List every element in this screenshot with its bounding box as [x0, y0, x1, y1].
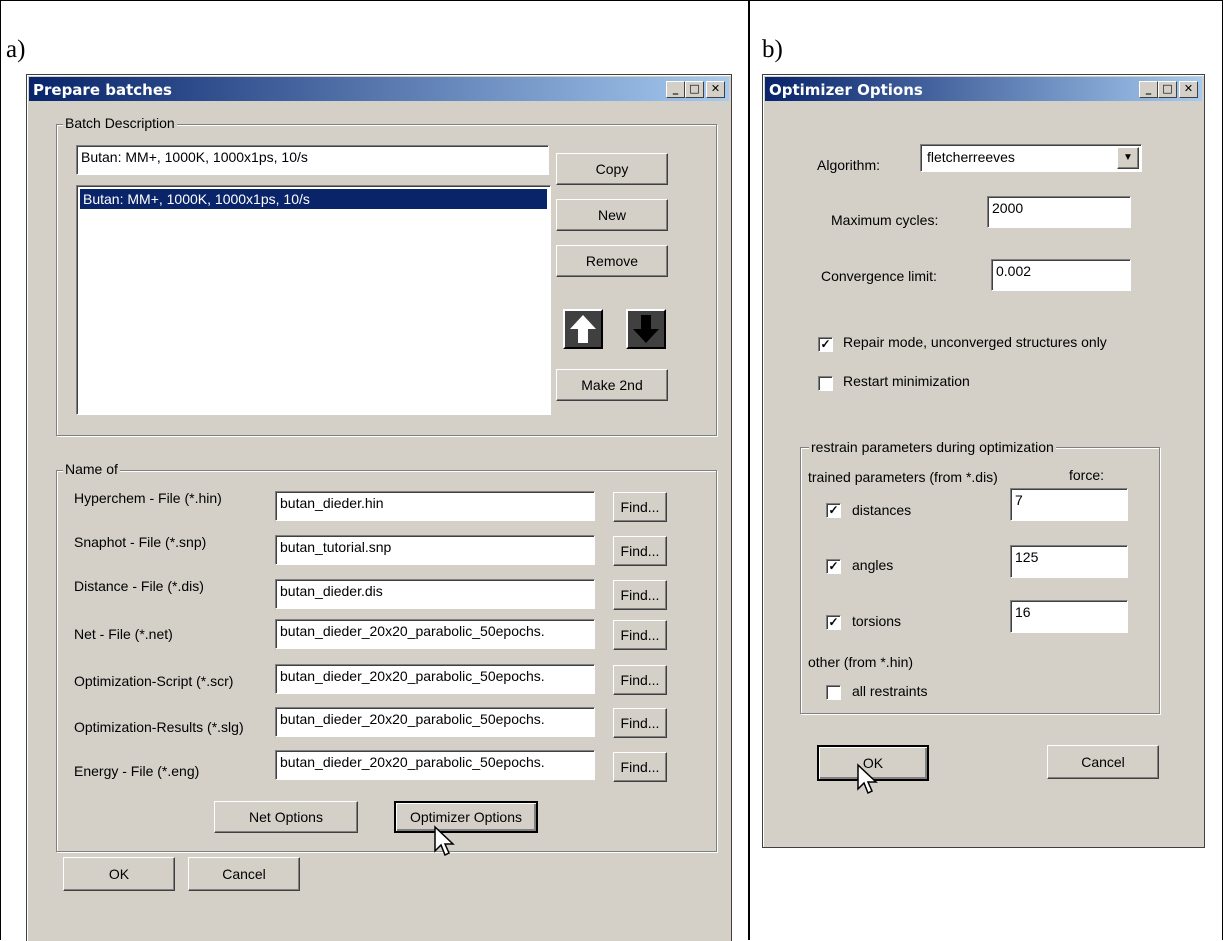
snp-file-input[interactable]: butan_tutorial.snp — [275, 535, 595, 565]
torsions-label: torsions — [852, 613, 902, 629]
distances-checkbox[interactable]: ✓ — [826, 503, 841, 518]
algorithm-label: Algorithm: — [817, 157, 881, 173]
close-icon[interactable]: ✕ — [706, 81, 725, 98]
optimizer-window-title: Optimizer Options — [769, 81, 923, 99]
algorithm-select[interactable]: fletcherreeves ▼ — [920, 144, 1142, 172]
minimize-icon[interactable]: _ — [666, 81, 685, 98]
net-options-button[interactable]: Net Options — [214, 801, 358, 833]
restart-checkbox[interactable] — [818, 376, 833, 391]
torsions-force-input[interactable]: 16 — [1010, 600, 1128, 633]
check-icon: ✓ — [828, 503, 839, 517]
force-label: force: — [1069, 467, 1105, 483]
convergence-input[interactable]: 0.002 — [991, 259, 1131, 291]
file-label-net: Net - File (*.net) — [74, 626, 173, 642]
all-restraints-checkbox[interactable] — [826, 685, 841, 700]
check-icon: ✓ — [820, 337, 831, 351]
panel-b-label: b) — [762, 36, 783, 63]
angles-label: angles — [852, 557, 894, 573]
optimizer-options-window: Optimizer Options _ □ ✕ Algorithm: fletc… — [762, 74, 1205, 848]
list-item[interactable]: Butan: MM+, 1000K, 1000x1ps, 10/s — [80, 189, 547, 209]
slg-file-input[interactable]: butan_dieder_20x20_parabolic_50epochs. — [275, 707, 595, 737]
algorithm-value: fletcherreeves — [927, 149, 1015, 165]
copy-button[interactable]: Copy — [556, 153, 668, 185]
convergence-label: Convergence limit: — [821, 268, 937, 284]
eng-file-input[interactable]: butan_dieder_20x20_parabolic_50epochs. — [275, 750, 595, 780]
new-button[interactable]: New — [556, 199, 668, 231]
close-icon[interactable]: ✕ — [1179, 81, 1198, 98]
arrow-up-icon — [570, 315, 596, 343]
check-icon: ✓ — [828, 559, 839, 573]
minimize-icon[interactable]: _ — [1139, 81, 1158, 98]
restrain-group-label: restrain parameters during optimization — [809, 439, 1056, 455]
mouse-cursor-icon — [434, 825, 455, 857]
file-label-eng: Energy - File (*.eng) — [74, 763, 200, 779]
maximize-icon[interactable]: □ — [1158, 81, 1177, 98]
name-of-group — [56, 470, 717, 852]
prepare-batches-window: Prepare batches _ □ ✕ Batch Description … — [26, 74, 732, 941]
mouse-cursor-icon — [857, 763, 878, 795]
name-of-label: Name of — [63, 461, 120, 477]
distances-label: distances — [852, 502, 912, 518]
batch-list[interactable]: Butan: MM+, 1000K, 1000x1ps, 10/s — [76, 185, 551, 415]
arrow-down-icon — [633, 315, 659, 343]
restart-label: Restart minimization — [843, 373, 970, 389]
max-cycles-label: Maximum cycles: — [831, 212, 939, 228]
repair-mode-label: Repair mode, unconverged structures only — [843, 334, 1107, 350]
find-snp-button[interactable]: Find... — [613, 536, 667, 566]
other-params-label: other (from *.hin) — [808, 654, 914, 670]
distances-force-input[interactable]: 7 — [1010, 488, 1128, 521]
cancel-button[interactable]: Cancel — [188, 857, 300, 891]
find-eng-button[interactable]: Find... — [613, 752, 667, 782]
batch-name-input[interactable]: Butan: MM+, 1000K, 1000x1ps, 10/s — [76, 145, 549, 175]
optimizer-titlebar: Optimizer Options _ □ ✕ — [765, 77, 1202, 101]
maximize-icon[interactable]: □ — [685, 81, 704, 98]
prepare-batches-titlebar: Prepare batches _ □ ✕ — [29, 77, 729, 101]
remove-button[interactable]: Remove — [556, 245, 668, 277]
optimizer-cancel-button[interactable]: Cancel — [1047, 745, 1159, 779]
panel-a-label: a) — [6, 36, 26, 63]
angles-force-input[interactable]: 125 — [1010, 545, 1128, 578]
batch-description-label: Batch Description — [63, 115, 177, 131]
file-label-slg: Optimization-Results (*.slg) — [74, 719, 244, 735]
find-hin-button[interactable]: Find... — [613, 492, 667, 522]
angles-checkbox[interactable]: ✓ — [826, 559, 841, 574]
optimizer-options-button[interactable]: Optimizer Options — [394, 801, 538, 833]
ok-button[interactable]: OK — [63, 857, 175, 891]
find-net-button[interactable]: Find... — [613, 620, 667, 650]
hin-file-input[interactable]: butan_dieder.hin — [275, 491, 595, 521]
all-restraints-label: all restraints — [852, 683, 928, 699]
window-title: Prepare batches — [33, 81, 172, 99]
file-label-scr: Optimization-Script (*.scr) — [74, 673, 234, 689]
repair-mode-checkbox[interactable]: ✓ — [818, 337, 833, 352]
chevron-down-icon[interactable]: ▼ — [1117, 147, 1139, 169]
find-slg-button[interactable]: Find... — [613, 708, 667, 738]
dis-file-input[interactable]: butan_dieder.dis — [275, 579, 595, 609]
scr-file-input[interactable]: butan_dieder_20x20_parabolic_50epochs. — [275, 664, 595, 694]
file-label-snp: Snaphot - File (*.snp) — [74, 534, 207, 550]
make-2nd-button[interactable]: Make 2nd — [556, 369, 668, 401]
net-file-input[interactable]: butan_dieder_20x20_parabolic_50epochs. — [275, 619, 595, 649]
file-label-dis: Distance - File (*.dis) — [74, 578, 204, 594]
trained-params-label: trained parameters (from *.dis) — [808, 469, 998, 485]
move-down-button[interactable] — [626, 309, 666, 349]
max-cycles-input[interactable]: 2000 — [987, 196, 1131, 228]
file-label-hin: Hyperchem - File (*.hin) — [74, 490, 222, 506]
torsions-checkbox[interactable]: ✓ — [826, 615, 841, 630]
find-dis-button[interactable]: Find... — [613, 580, 667, 610]
find-scr-button[interactable]: Find... — [613, 665, 667, 695]
check-icon: ✓ — [828, 615, 839, 629]
move-up-button[interactable] — [563, 309, 603, 349]
